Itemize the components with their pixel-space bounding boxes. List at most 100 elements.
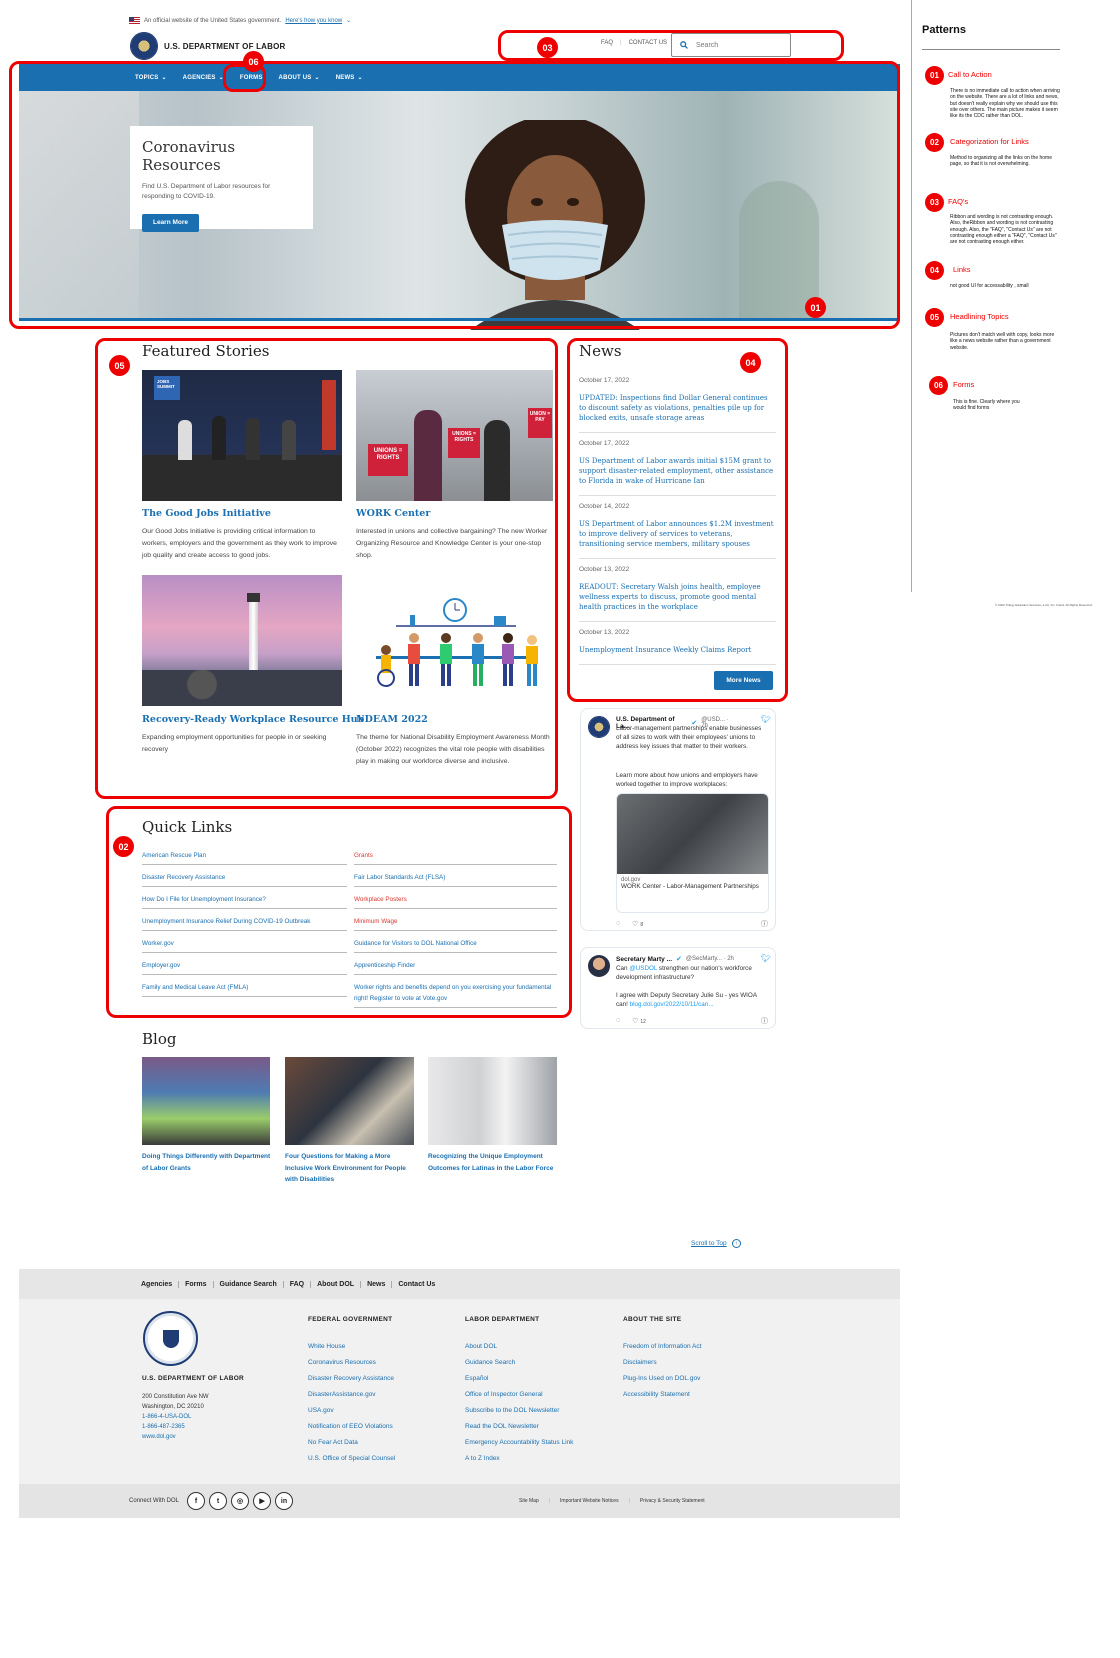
- blog-post-link[interactable]: Four Questions for Making a More Inclusi…: [285, 1151, 415, 1186]
- footer-bottom-link[interactable]: Site Map: [519, 1498, 539, 1504]
- patterns-title: Patterns: [922, 24, 967, 36]
- info-icon[interactable]: ⓘ: [761, 919, 768, 929]
- youtube-icon[interactable]: ▶: [253, 1492, 272, 1510]
- footer-nav-link[interactable]: Guidance Search: [214, 1280, 284, 1288]
- tweet-mention[interactable]: @USDOL: [629, 965, 657, 972]
- like-icon[interactable]: ♡ 12: [632, 1017, 646, 1025]
- us-flag-icon: [129, 17, 140, 24]
- tweet-text-part: Can: [616, 965, 630, 972]
- footer-bottom-link[interactable]: Important Website Notices: [560, 1498, 619, 1504]
- footer-link[interactable]: A to Z Index: [465, 1455, 500, 1462]
- footer-link[interactable]: Notification of EEO Violations: [308, 1423, 393, 1430]
- twitter-bird-icon[interactable]: 🐦︎: [761, 715, 771, 724]
- footer-address-line: 200 Constitution Ave NW: [142, 1394, 209, 1400]
- footer-link[interactable]: Disaster Recovery Assistance: [308, 1375, 394, 1382]
- tweet-text: Labor-management partnerships enable bus…: [616, 725, 762, 750]
- pattern-text: Pictures don't match well with copy, loo…: [950, 332, 1055, 351]
- footer-link[interactable]: Disclaimers: [623, 1359, 657, 1366]
- annotation-badge: 05: [109, 355, 130, 376]
- footer-link[interactable]: White House: [308, 1343, 345, 1350]
- blog-post-link[interactable]: Doing Things Differently with Department…: [142, 1151, 272, 1174]
- pattern-text: Ribbon and wording is not contrasting en…: [950, 214, 1057, 245]
- info-icon[interactable]: ⓘ: [761, 1016, 768, 1026]
- tweet-link-card[interactable]: dol.gov WORK Center - Labor-Management P…: [616, 793, 769, 913]
- pattern-text: There is no immediate call to action whe…: [950, 88, 1060, 119]
- instagram-icon[interactable]: ◎: [231, 1492, 250, 1510]
- annotation-badge: 04: [740, 352, 761, 373]
- dol-seal-logo: [130, 32, 158, 60]
- footer-nav-link[interactable]: Forms: [179, 1280, 214, 1288]
- footer-nav-link[interactable]: FAQ: [284, 1280, 312, 1288]
- footer-link[interactable]: USA.gov: [308, 1407, 334, 1414]
- gov-banner-text: An official website of the United States…: [144, 17, 282, 24]
- linkedin-icon[interactable]: in: [275, 1492, 294, 1510]
- pattern-heading: Headlining Topics: [950, 312, 1009, 321]
- tweet-text: I agree with Deputy Secretary Julie Su -…: [616, 992, 768, 1010]
- footer-link[interactable]: Coronavirus Resources: [308, 1359, 376, 1366]
- tweet-text: Can @USDOL strengthen our nation's workf…: [616, 965, 766, 983]
- pattern-badge: 04: [925, 261, 944, 280]
- footer-link[interactable]: U.S. Office of Special Counsel: [308, 1455, 395, 1462]
- tweet-card[interactable]: Secretary Marty ... ✔ @SecMarty... · 2h …: [580, 947, 776, 1029]
- pattern-heading: Categorization for Links: [950, 137, 1029, 146]
- pattern-heading: Links: [953, 265, 971, 274]
- like-count: 12: [640, 1019, 646, 1025]
- footer-link[interactable]: Office of Inspector General: [465, 1391, 543, 1398]
- blog-post-link[interactable]: Recognizing the Unique Employment Outcom…: [428, 1151, 558, 1174]
- footer-nav-link[interactable]: Agencies: [135, 1280, 180, 1288]
- footer-bottom-link[interactable]: Privacy & Security Statement: [640, 1498, 705, 1504]
- reply-icon[interactable]: ◌: [616, 920, 620, 928]
- footer-nav-link[interactable]: News: [361, 1280, 393, 1288]
- footer-org-name: U.S. DEPARTMENT OF LABOR: [142, 1375, 245, 1382]
- footer-link[interactable]: No Fear Act Data: [308, 1439, 358, 1446]
- pattern-badge: 05: [925, 308, 944, 327]
- footer-link[interactable]: Subscribe to the DOL Newsletter: [465, 1407, 559, 1414]
- pattern-text: not good UI for accessability , small: [950, 283, 1029, 289]
- footer-link[interactable]: About DOL: [465, 1343, 497, 1350]
- footer-nav-link[interactable]: About DOL: [311, 1280, 362, 1288]
- footer-phone[interactable]: 1-866-4-USA-DOL: [142, 1414, 191, 1420]
- footer-link[interactable]: Accessibility Statement: [623, 1391, 690, 1398]
- footer-link[interactable]: Emergency Accountability Status Link: [465, 1439, 573, 1446]
- reply-icon[interactable]: ◌: [616, 1017, 620, 1025]
- arrow-up-icon: ↑: [731, 1239, 741, 1248]
- tweet-card[interactable]: U.S. Department of La... ✔ @USD... · 7h …: [580, 708, 776, 931]
- footer-nav: Agencies Forms Guidance Search FAQ About…: [19, 1269, 900, 1299]
- pattern-text: Method to organizing all the links on th…: [950, 155, 1053, 168]
- footer-link[interactable]: Español: [465, 1375, 489, 1382]
- tweet-link[interactable]: blog.dol.gov/2022/10/11/can...: [630, 1001, 714, 1008]
- facebook-icon[interactable]: f: [187, 1492, 206, 1510]
- pattern-heading: FAQ's: [948, 197, 969, 206]
- footer-link[interactable]: Read the DOL Newsletter: [465, 1423, 539, 1430]
- pattern-badge: 03: [925, 193, 944, 212]
- twitter-icon[interactable]: t: [209, 1492, 228, 1510]
- footer-column-heading: LABOR DEPARTMENT: [465, 1316, 540, 1323]
- blog-image[interactable]: [428, 1057, 557, 1145]
- footer-link[interactable]: Freedom of Information Act: [623, 1343, 701, 1350]
- avatar: [588, 716, 610, 738]
- footer-link[interactable]: Plug-Ins Used on DOL.gov: [623, 1375, 700, 1382]
- twitter-bird-icon[interactable]: 🐦︎: [761, 954, 771, 963]
- tweet-handle: @SecMarty... · 2h: [685, 956, 734, 962]
- footer-link[interactable]: DisasterAssistance.gov: [308, 1391, 376, 1398]
- patterns-copyright: © 2022 Trilogy Education Services, a 2U,…: [995, 603, 1093, 607]
- tweet-card-title: WORK Center - Labor-Management Partnersh…: [621, 883, 759, 890]
- tweet-author[interactable]: Secretary Marty ...: [616, 956, 672, 963]
- chevron-down-icon[interactable]: ⌄: [346, 17, 351, 24]
- gov-banner-link[interactable]: Here's how you know: [285, 18, 342, 24]
- footer-phone[interactable]: 1-866-487-2365: [142, 1424, 185, 1430]
- blog-image[interactable]: [285, 1057, 414, 1145]
- footer-website[interactable]: www.dol.gov: [142, 1434, 176, 1440]
- connect-label: Connect With DOL: [129, 1498, 180, 1504]
- blog-title: Blog: [142, 1030, 177, 1048]
- pattern-heading: Call to Action: [948, 70, 992, 79]
- blog-image[interactable]: [142, 1057, 270, 1145]
- social-links: Connect With DOL f t ◎ ▶ in: [129, 1492, 294, 1510]
- scroll-to-top-link[interactable]: Scroll to Top ↑: [691, 1239, 741, 1248]
- footer-nav-link[interactable]: Contact Us: [392, 1281, 441, 1288]
- footer-column-heading: FEDERAL GOVERNMENT: [308, 1316, 393, 1323]
- footer-address-line: Washington, DC 20210: [142, 1404, 204, 1410]
- like-icon[interactable]: ♡ 8: [632, 920, 643, 928]
- footer-link[interactable]: Guidance Search: [465, 1359, 515, 1366]
- annotation-badge: 01: [805, 297, 826, 318]
